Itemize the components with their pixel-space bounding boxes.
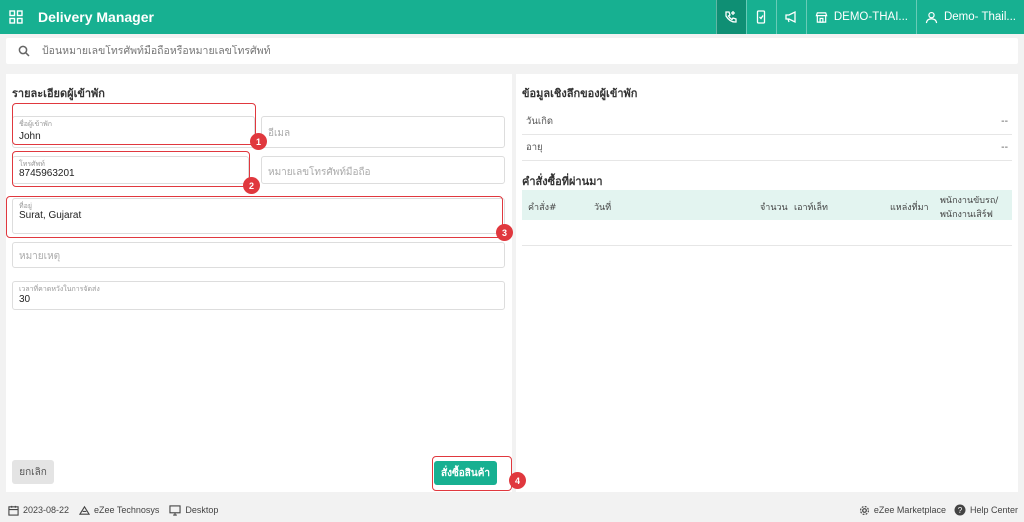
footer-company: eZee Technosys: [79, 505, 159, 516]
past-orders-title: คำสั่งซื้อที่ผ่านมา: [522, 175, 603, 188]
email-placeholder: อีเมล: [268, 128, 291, 139]
company-logo-icon: [79, 505, 91, 515]
age-value: --: [1001, 142, 1008, 153]
col-staff-line1: พนักงานขับรถ/: [940, 196, 999, 206]
step-marker-2: 2: [243, 177, 260, 194]
mobile-order-icon[interactable]: [745, 0, 776, 34]
highlight-box-3: [6, 196, 503, 238]
delivery-time-label: เวลาที่คาดหวังในการจัดส่ง: [19, 285, 100, 293]
desktop-icon: [169, 504, 182, 516]
mobile-field[interactable]: หมายเลขโทรศัพท์มือถือ: [261, 156, 505, 184]
guest-details-title: รายละเอียดผู้เข้าพัก: [12, 87, 105, 100]
gear-icon: [859, 505, 869, 515]
user-menu[interactable]: Demo- Thail...: [915, 0, 1024, 34]
megaphone-icon[interactable]: [775, 0, 806, 34]
col-source: แหล่งที่มา: [890, 203, 929, 213]
delivery-time-field[interactable]: เวลาที่คาดหวังในการจัดส่ง 30: [12, 281, 505, 310]
app-title: Delivery Manager: [38, 9, 154, 25]
remark-placeholder: หมายเหตุ: [19, 251, 61, 262]
step-marker-3: 3: [496, 224, 513, 241]
cancel-button[interactable]: ยกเลิก: [12, 460, 54, 484]
help-center-link[interactable]: ? Help Center: [954, 504, 1018, 516]
col-outlet: เอาท์เล็ท: [794, 203, 828, 213]
user-icon: [925, 11, 938, 23]
store-icon: [815, 11, 828, 23]
birthday-label: วันเกิด: [526, 116, 553, 127]
property-selector[interactable]: DEMO-THAI...: [805, 0, 916, 34]
mobile-placeholder: หมายเลขโทรศัพท์มือถือ: [268, 167, 371, 178]
highlight-box-4: [432, 456, 512, 491]
col-staff-line2: พนักงานเสิร์ฟ: [940, 210, 993, 220]
search-bar: [6, 38, 1018, 64]
footer-device-text: Desktop: [185, 505, 219, 515]
phone-call-icon[interactable]: [715, 0, 746, 34]
age-row: อายุ --: [522, 135, 1012, 161]
highlight-box-2: [12, 151, 250, 187]
step-marker-1: 1: [250, 133, 267, 150]
property-name: DEMO-THAI...: [833, 11, 908, 23]
col-amount: จำนวน: [760, 203, 788, 213]
search-input[interactable]: [42, 45, 642, 57]
highlight-box-1: [12, 103, 256, 145]
marketplace-text: eZee Marketplace: [873, 505, 946, 515]
calendar-icon: [8, 505, 19, 516]
svg-text:?: ?: [958, 506, 963, 515]
step-marker-4: 4: [509, 472, 526, 489]
help-icon: ?: [954, 504, 966, 516]
guest-insight-panel: ข้อมูลเชิงลึกของผู้เข้าพัก วันเกิด -- อา…: [516, 74, 1018, 492]
age-label: อายุ: [526, 142, 543, 153]
footer-date: 2023-08-22: [8, 505, 69, 516]
footer-bar: 2023-08-22 eZee Technosys Desktop eZee M…: [0, 498, 1024, 522]
search-icon: [18, 45, 30, 57]
marketplace-link[interactable]: eZee Marketplace: [859, 505, 946, 516]
col-order: คำสั่ง#: [528, 203, 557, 213]
footer-device: Desktop: [169, 504, 219, 516]
top-bar: Delivery Manager DEMO-THAI... Demo- Thai…: [0, 0, 1024, 34]
help-center-text: Help Center: [969, 505, 1018, 515]
past-orders-table-header: คำสั่ง# วันที่ จำนวน เอาท์เล็ท แหล่งที่ม…: [522, 190, 1012, 220]
past-orders-empty-row: [522, 220, 1012, 246]
user-name: Demo- Thail...: [943, 11, 1016, 23]
delivery-time-value: 30: [19, 294, 31, 305]
remark-field[interactable]: หมายเหตุ: [12, 242, 505, 268]
col-date: วันที่: [594, 203, 612, 213]
birthday-value: --: [1001, 116, 1008, 127]
footer-date-text: 2023-08-22: [23, 505, 70, 515]
guest-insight-title: ข้อมูลเชิงลึกของผู้เข้าพัก: [522, 87, 638, 100]
email-field[interactable]: อีเมล: [261, 116, 505, 148]
birthday-row: วันเกิด --: [522, 109, 1012, 135]
apps-grid-icon[interactable]: [0, 0, 32, 34]
footer-company-text: eZee Technosys: [94, 505, 160, 515]
